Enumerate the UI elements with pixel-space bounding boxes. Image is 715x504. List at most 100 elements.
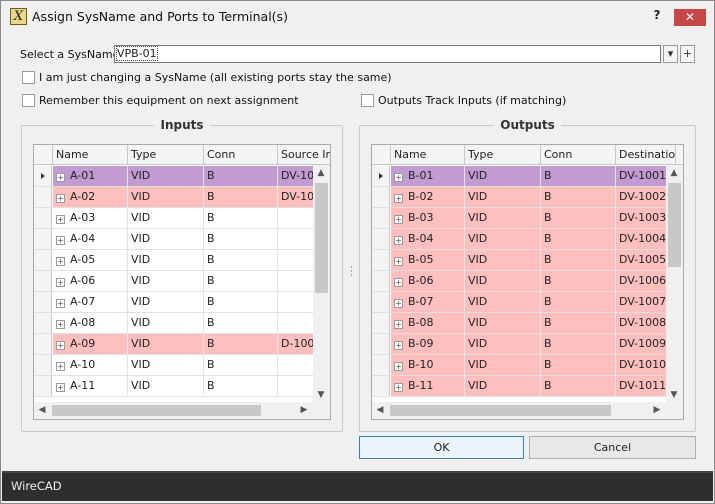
table-row[interactable]: + A-11 VID B xyxy=(34,376,330,397)
table-row[interactable]: + A-02 VID B DV-101 xyxy=(34,187,330,208)
row-header[interactable] xyxy=(372,376,390,396)
table-row[interactable]: + B-01 VID B DV-1001- xyxy=(372,166,676,187)
expand-icon[interactable]: + xyxy=(394,341,403,350)
table-row[interactable]: + A-06 VID B xyxy=(34,271,330,292)
row-header[interactable] xyxy=(372,334,390,354)
ok-button[interactable]: OK xyxy=(359,436,524,459)
expand-icon[interactable]: + xyxy=(394,257,403,266)
row-header[interactable] xyxy=(34,313,52,333)
table-row[interactable]: + B-03 VID B DV-1003- xyxy=(372,208,676,229)
add-sysname-button[interactable]: + xyxy=(680,45,695,63)
row-header[interactable] xyxy=(34,355,52,375)
table-row[interactable]: + B-09 VID B DV-1009- xyxy=(372,334,676,355)
vertical-scroll-thumb[interactable] xyxy=(668,183,681,267)
row-header[interactable] xyxy=(34,376,52,396)
scroll-left-icon[interactable]: ◀ xyxy=(36,405,48,415)
expand-icon[interactable]: + xyxy=(56,320,65,329)
table-row[interactable]: + A-03 VID B xyxy=(34,208,330,229)
column-header[interactable]: Conn xyxy=(204,145,278,165)
column-header[interactable]: Type xyxy=(465,145,541,165)
scroll-up-icon[interactable]: ▲ xyxy=(315,168,327,178)
remember-equipment-checkbox[interactable] xyxy=(22,94,35,107)
row-header[interactable] xyxy=(34,271,52,291)
outputs-grid[interactable]: NameTypeConnDestination...+B-01VIDBDV-10… xyxy=(371,144,684,420)
row-header[interactable] xyxy=(372,313,390,333)
row-header[interactable] xyxy=(372,271,390,291)
sysname-dropdown-button[interactable]: ▾ xyxy=(663,45,678,63)
table-row[interactable]: + A-04 VID B xyxy=(34,229,330,250)
row-header[interactable] xyxy=(34,187,52,207)
scroll-up-icon[interactable]: ▲ xyxy=(668,168,680,178)
table-row[interactable]: + B-10 VID B DV-1010- xyxy=(372,355,676,376)
expand-icon[interactable]: + xyxy=(394,278,403,287)
expand-icon[interactable]: + xyxy=(56,362,65,371)
scroll-down-icon[interactable]: ▼ xyxy=(668,390,680,400)
table-row[interactable]: + A-05 VID B xyxy=(34,250,330,271)
row-header[interactable] xyxy=(34,166,52,186)
changing-sysname-checkbox[interactable] xyxy=(22,71,35,84)
row-header[interactable] xyxy=(34,292,52,312)
row-header[interactable] xyxy=(34,229,52,249)
expand-icon[interactable]: + xyxy=(56,236,65,245)
table-row[interactable]: + A-08 VID B xyxy=(34,313,330,334)
outputs-track-checkbox[interactable] xyxy=(361,94,374,107)
column-header[interactable]: Destination... xyxy=(616,145,676,165)
horizontal-scrollbar[interactable]: ◀ ▶ xyxy=(372,402,666,419)
splitter-handle[interactable]: · · · xyxy=(350,264,353,281)
vertical-scrollbar[interactable]: ▲ ▼ xyxy=(666,165,683,402)
column-header[interactable]: Source Inf xyxy=(278,145,330,165)
row-header[interactable] xyxy=(372,208,390,228)
row-header[interactable] xyxy=(372,292,390,312)
expand-icon[interactable]: + xyxy=(394,362,403,371)
row-header[interactable] xyxy=(34,208,52,228)
row-header[interactable] xyxy=(372,250,390,270)
expand-icon[interactable]: + xyxy=(56,215,65,224)
expand-icon[interactable]: + xyxy=(394,215,403,224)
row-header[interactable] xyxy=(372,229,390,249)
cancel-button[interactable]: Cancel xyxy=(529,436,696,459)
scroll-right-icon[interactable]: ▶ xyxy=(298,405,310,415)
table-row[interactable]: + A-07 VID B xyxy=(34,292,330,313)
vertical-scroll-thumb[interactable] xyxy=(315,183,328,293)
close-button[interactable]: ✕ xyxy=(674,9,706,26)
horizontal-scroll-thumb[interactable] xyxy=(390,405,611,416)
sysname-combobox[interactable]: VPB-01 xyxy=(114,45,661,63)
expand-icon[interactable]: + xyxy=(394,194,403,203)
row-header[interactable] xyxy=(372,187,390,207)
column-header[interactable]: Name xyxy=(391,145,465,165)
expand-icon[interactable]: + xyxy=(394,299,403,308)
expand-icon[interactable]: + xyxy=(56,257,65,266)
column-header[interactable]: Conn xyxy=(541,145,616,165)
expand-icon[interactable]: + xyxy=(394,173,403,182)
scroll-right-icon[interactable]: ▶ xyxy=(651,405,663,415)
table-row[interactable]: + B-05 VID B DV-1005- xyxy=(372,250,676,271)
expand-icon[interactable]: + xyxy=(56,383,65,392)
expand-icon[interactable]: + xyxy=(394,320,403,329)
row-header[interactable] xyxy=(372,355,390,375)
inputs-grid[interactable]: Name Type Conn Source Inf + A-01 VID B DV-101 + A-… xyxy=(33,144,331,420)
scroll-left-icon[interactable]: ◀ xyxy=(374,405,386,415)
row-header[interactable] xyxy=(34,250,52,270)
row-header[interactable] xyxy=(372,166,390,186)
table-row[interactable]: + A-01 VID B DV-101 xyxy=(34,166,330,187)
table-row[interactable]: + B-08 VID B DV-1008- xyxy=(372,313,676,334)
table-row[interactable]: + B-02 VID B DV-1002- xyxy=(372,187,676,208)
vertical-scrollbar[interactable]: ▲ ▼ xyxy=(313,165,330,402)
help-button[interactable]: ? xyxy=(651,8,663,22)
scroll-down-icon[interactable]: ▼ xyxy=(315,390,327,400)
expand-icon[interactable]: + xyxy=(56,194,65,203)
column-header[interactable]: Type xyxy=(128,145,204,165)
expand-icon[interactable]: + xyxy=(56,341,65,350)
table-row[interactable]: + B-11 VID B DV-1011- xyxy=(372,376,676,397)
expand-icon[interactable]: + xyxy=(394,383,403,392)
table-row[interactable]: + B-07 VID B DV-1007- xyxy=(372,292,676,313)
table-row[interactable]: + B-04 VID B DV-1004- xyxy=(372,229,676,250)
horizontal-scrollbar[interactable]: ◀ ▶ xyxy=(34,402,313,419)
expand-icon[interactable]: + xyxy=(56,278,65,287)
expand-icon[interactable]: + xyxy=(56,299,65,308)
table-row[interactable]: + A-10 VID B xyxy=(34,355,330,376)
table-row[interactable]: + B-06 VID B DV-1006- xyxy=(372,271,676,292)
expand-icon[interactable]: + xyxy=(394,236,403,245)
column-header[interactable]: Name xyxy=(53,145,128,165)
table-row[interactable]: + A-09 VID B D-1007 xyxy=(34,334,330,355)
